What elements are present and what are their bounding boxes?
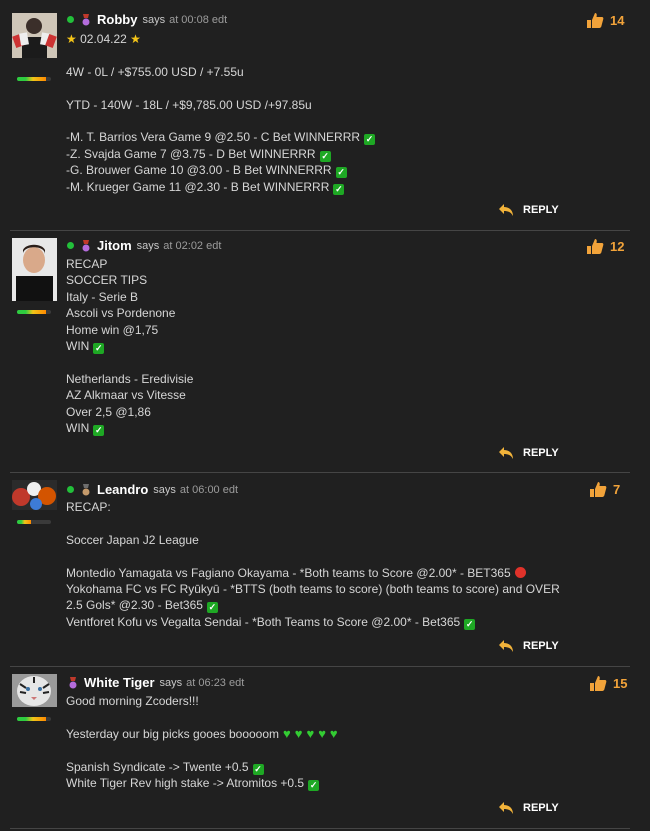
check-icon: ✓ [364, 134, 376, 146]
rank-bar [17, 717, 51, 721]
comment-divider [10, 472, 630, 473]
thumbs-up-icon [587, 13, 604, 28]
text-line: Italy - Serie B [66, 289, 139, 304]
text-line: Ascoli vs Pordenone [66, 306, 176, 321]
author-name[interactable]: White Tiger [84, 675, 155, 690]
author-name[interactable]: Robby [97, 12, 137, 27]
medal-icon [80, 239, 92, 252]
text-line: Soccer Japan J2 League [66, 532, 199, 547]
text-line: -M. T. Barrios Vera Game 9 @2.50 - C Bet… [66, 130, 376, 146]
says-label: says [142, 13, 166, 26]
avatar-leandro[interactable] [12, 480, 57, 510]
check-icon: ✓ [333, 183, 345, 195]
online-indicator [67, 486, 74, 493]
red-circle-icon [514, 566, 526, 578]
text-line: -Z. Svajda Game 7 @3.75 - D Bet WINNERRR… [66, 146, 331, 162]
text-line: -M. Krueger Game 11 @2.30 - B Bet WINNER… [66, 179, 345, 195]
text-line: -G. Brouwer Game 10 @3.00 - B Bet WINNER… [66, 163, 347, 179]
text-line: White Tiger Rev high stake -> Atromitos … [66, 776, 320, 792]
star-icon: ★ [130, 32, 141, 46]
text-line: Over 2,5 @1,86 [66, 404, 151, 419]
green-heart-icon: ♥ [318, 725, 326, 741]
online-indicator [67, 242, 74, 249]
check-icon: ✓ [206, 602, 218, 614]
thumbs-up-icon [587, 239, 604, 254]
timestamp: at 02:02 edt [163, 239, 222, 252]
green-heart-icon: ♥ [294, 725, 303, 741]
star-icon: ★ [66, 32, 77, 46]
text-line: RECAP: [66, 500, 111, 514]
check-icon: ✓ [252, 763, 264, 775]
medal-icon [80, 13, 92, 26]
reply-button[interactable]: REPLY [498, 639, 559, 653]
timestamp: at 06:00 edt [179, 483, 239, 496]
says-label: says [136, 239, 160, 252]
reply-arrow-icon [499, 447, 513, 459]
text-line: Spanish Syndicate -> Twente +0.5 ✓ [66, 759, 264, 775]
thumbs-up-icon [590, 676, 607, 691]
text-line: 4W - 0L / +$755.00 USD / +7.55u [66, 64, 244, 79]
text-line: Good morning Zcoders!!! [66, 694, 199, 708]
reply-button[interactable]: REPLY [498, 801, 559, 815]
like-button[interactable]: 12 [586, 238, 624, 255]
text-line: Yokohama FC vs FC Ryūkyū - *BTTS (both t… [66, 582, 564, 614]
text-line: Ventforet Kofu vs Vegalta Sendai - *Both… [66, 614, 476, 630]
avatar-robby[interactable] [12, 13, 57, 58]
text-line: Yesterday our big picks gooes booooom ♥ ♥ ♥… [66, 725, 338, 741]
rank-bar [17, 520, 51, 524]
check-icon: ✓ [93, 343, 105, 355]
text-line: RECAP [66, 257, 108, 271]
avatar-jitom[interactable] [12, 238, 57, 301]
avatar-white-tiger[interactable] [12, 674, 57, 707]
green-heart-icon: ♥ [329, 725, 338, 741]
check-icon: ✓ [308, 780, 320, 792]
reply-arrow-icon [499, 802, 513, 814]
reply-arrow-icon [499, 640, 513, 652]
medal-icon [67, 676, 79, 689]
says-label: says [153, 483, 176, 496]
like-button[interactable]: 7 [589, 481, 620, 498]
check-icon: ✓ [464, 618, 476, 630]
like-count: 7 [613, 482, 621, 497]
rank-bar [17, 310, 51, 314]
text-line: AZ Alkmaar vs Vitesse [66, 388, 186, 403]
like-count: 15 [613, 676, 628, 691]
text-line: SOCCER TIPS [66, 273, 148, 288]
text-line: WIN ✓ [66, 339, 105, 355]
comment-divider [10, 828, 630, 829]
timestamp: at 06:23 edt [186, 676, 245, 689]
text-line: Montedio Yamagata vs Fagiano Okayama - *… [66, 565, 591, 581]
green-heart-icon: ♥ [306, 725, 315, 741]
medal-icon [80, 483, 92, 496]
reply-button[interactable]: REPLY [498, 203, 559, 217]
green-hearts: ♥ ♥ ♥ ♥ ♥ [279, 725, 338, 741]
text-line: WIN ✓ [66, 421, 105, 437]
timestamp: at 00:08 edt [169, 13, 228, 26]
text-line: Home win @1,75 [66, 322, 159, 337]
author-name[interactable]: Jitom [97, 238, 132, 253]
like-button[interactable]: 15 [589, 675, 627, 692]
check-icon: ✓ [93, 425, 105, 437]
like-count: 12 [610, 239, 625, 254]
text-line: Netherlands - Eredivisie [66, 371, 194, 386]
author-name[interactable]: Leandro [97, 482, 148, 497]
date-line: ★ 02.04.22 ★ [66, 32, 141, 46]
like-count: 14 [610, 13, 625, 28]
reply-button[interactable]: REPLY [498, 446, 559, 460]
says-label: says [159, 676, 183, 689]
comment-divider [10, 230, 630, 231]
check-icon: ✓ [335, 167, 347, 179]
check-icon: ✓ [319, 150, 331, 162]
rank-bar [17, 77, 51, 81]
comment-divider [10, 666, 630, 667]
thumbs-up-icon [590, 482, 607, 497]
like-button[interactable]: 14 [586, 12, 624, 29]
reply-arrow-icon [499, 204, 513, 216]
green-heart-icon: ♥ [283, 725, 291, 741]
text-line: YTD - 140W - 18L / +$9,785.00 USD /+97.8… [66, 97, 312, 112]
online-indicator [67, 16, 74, 23]
